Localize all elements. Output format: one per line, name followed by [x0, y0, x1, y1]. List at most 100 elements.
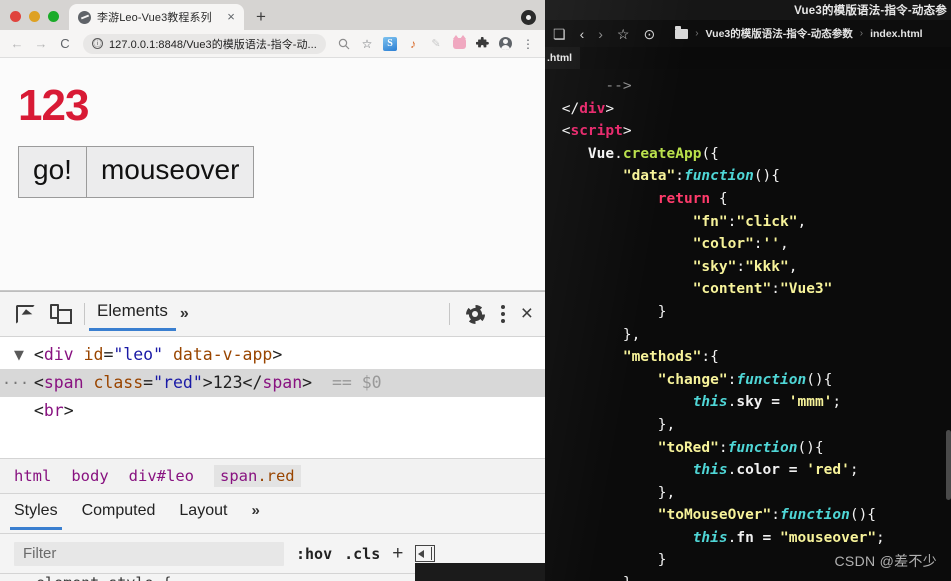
code-token: .: [614, 145, 623, 162]
code-line[interactable]: },: [553, 414, 951, 437]
music-note-icon[interactable]: ♪: [402, 33, 424, 55]
more-options-icon[interactable]: [500, 305, 505, 323]
code-line[interactable]: "fn":"click",: [553, 211, 951, 234]
code-line[interactable]: <script>: [553, 120, 951, 143]
run-icon[interactable]: ⊙: [643, 27, 655, 41]
nav-back-icon[interactable]: ‹: [580, 27, 585, 41]
editor-breadcrumb: › Vue3的模版语法-指令-动态参数 › index.html: [675, 25, 923, 41]
code-line[interactable]: "toRed":function(){: [553, 437, 951, 460]
code-token: =: [780, 462, 807, 479]
address-bar[interactable]: ⓘ 127.0.0.1:8848/Vue3的模版语法-指令-动...: [83, 33, 326, 54]
breadcrumb-item-div-leo[interactable]: div#leo: [129, 467, 194, 485]
new-style-rule-button[interactable]: +: [392, 543, 403, 565]
code-token: >: [622, 123, 632, 140]
code-line[interactable]: "change":function(){: [553, 369, 951, 392]
code-line[interactable]: -->: [553, 75, 951, 98]
code-line[interactable]: this.color = 'red';: [553, 459, 951, 482]
code-line[interactable]: }: [553, 572, 951, 581]
filter-input[interactable]: Filter: [14, 541, 284, 566]
forward-icon[interactable]: →: [30, 33, 52, 55]
code-line[interactable]: "color":'',: [553, 233, 951, 256]
close-devtools-icon[interactable]: ×: [521, 303, 533, 324]
dom-token: == $0: [312, 373, 382, 392]
editor-sidebar-icon[interactable]: ❏: [553, 27, 566, 41]
dom-node-line[interactable]: ▼ <div id="leo" data-v-app>: [0, 341, 545, 369]
code-token: (){: [806, 371, 833, 388]
minimize-window-button[interactable]: [29, 11, 40, 22]
code-line[interactable]: this.sky = 'mmm';: [553, 391, 951, 414]
close-tab-icon[interactable]: ×: [224, 10, 238, 24]
code-content[interactable]: --> </div> <script> Vue.createApp({ "dat…: [545, 69, 951, 581]
devtools-more-tabs[interactable]: »: [180, 305, 189, 323]
site-info-icon[interactable]: ⓘ: [92, 38, 103, 49]
editor-scrollbar[interactable]: [946, 430, 951, 500]
code-line[interactable]: Vue.createApp({: [553, 143, 951, 166]
dom-node-line[interactable]: ··· <span class="red">123</span> == $0: [0, 369, 545, 397]
styles-tab-bar: Styles Computed Layout »: [0, 494, 545, 534]
maximize-window-button[interactable]: [48, 11, 59, 22]
toggle-sidebar-icon[interactable]: [415, 545, 436, 562]
nav-forward-icon[interactable]: ›: [598, 27, 603, 41]
profile-avatar[interactable]: [494, 33, 516, 55]
styles-tab-[interactable]: »: [251, 498, 259, 529]
breadcrumb-item-body[interactable]: body: [71, 467, 108, 485]
code-token: ({: [701, 145, 719, 162]
s-extension-icon[interactable]: S: [379, 33, 401, 55]
styles-tab-layout[interactable]: Layout: [179, 498, 227, 530]
breadcrumb-file[interactable]: index.html: [870, 28, 923, 40]
code-token: sky: [736, 394, 763, 411]
tab-elements[interactable]: Elements: [89, 298, 176, 331]
editor-toolbar: ❏ ‹ › ☆ ⊙ › Vue3的模版语法-指令-动态参数 › index.ht…: [545, 20, 951, 47]
breadcrumb-project[interactable]: Vue3的模版语法-指令-动态参数: [706, 26, 853, 41]
code-line[interactable]: },: [553, 482, 951, 505]
breadcrumb-item-span[interactable]: span.red: [213, 465, 301, 487]
puzzle-icon[interactable]: [471, 33, 493, 55]
code-line[interactable]: </div>: [553, 98, 951, 121]
bookmark-star-icon[interactable]: ☆: [617, 27, 630, 41]
tabstrip-right-icon[interactable]: [521, 10, 536, 25]
mouseover-button[interactable]: mouseover: [86, 146, 255, 198]
code-token: "methods": [622, 349, 702, 366]
dom-node-line[interactable]: <br>: [0, 397, 545, 425]
code-line[interactable]: "methods":{: [553, 346, 951, 369]
styles-tab-styles[interactable]: Styles: [10, 498, 62, 530]
pink-extension-icon[interactable]: [448, 33, 470, 55]
inspect-element-icon[interactable]: [12, 301, 38, 327]
code-token: "sky": [692, 258, 737, 275]
editor-file-tab[interactable]: .html: [545, 47, 581, 69]
gear-icon[interactable]: [465, 304, 485, 324]
dom-token: [163, 345, 173, 364]
back-icon[interactable]: ←: [6, 33, 28, 55]
code-line[interactable]: "toMouseOver":function(){: [553, 504, 951, 527]
hov-button[interactable]: :hov: [296, 545, 332, 563]
search-icon[interactable]: [333, 33, 355, 55]
code-line[interactable]: return {: [553, 188, 951, 211]
reload-icon[interactable]: C: [54, 33, 76, 55]
browser-tab[interactable]: 李游Leo-Vue3教程系列 ×: [69, 4, 244, 30]
code-token: }: [657, 552, 667, 569]
pencil-icon[interactable]: ✎: [425, 33, 447, 55]
cls-button[interactable]: .cls: [344, 545, 380, 563]
device-toolbar-icon[interactable]: [48, 301, 74, 327]
bookmark-star-icon[interactable]: ☆: [356, 33, 378, 55]
code-token: </: [561, 100, 580, 117]
code-line[interactable]: "content":"Vue3": [553, 278, 951, 301]
code-line[interactable]: }: [553, 301, 951, 324]
breadcrumb-item-html[interactable]: html: [14, 467, 51, 485]
chrome-menu-icon[interactable]: ⋮: [517, 33, 539, 55]
code-token: },: [657, 416, 676, 433]
code-line[interactable]: "sky":"kkk",: [553, 256, 951, 279]
code-token: function: [683, 168, 754, 185]
code-token: "Vue3": [780, 281, 833, 298]
styles-tab-computed[interactable]: Computed: [82, 498, 156, 530]
code-line[interactable]: },: [553, 324, 951, 347]
dom-tree[interactable]: ▼ <div id="leo" data-v-app> ··· <span cla…: [0, 337, 545, 458]
close-window-button[interactable]: [10, 11, 21, 22]
go-button[interactable]: go!: [18, 146, 87, 198]
code-line[interactable]: this.fn = "mouseover";: [553, 527, 951, 550]
code-line[interactable]: "data":function(){: [553, 165, 951, 188]
new-tab-button[interactable]: +: [248, 4, 274, 30]
